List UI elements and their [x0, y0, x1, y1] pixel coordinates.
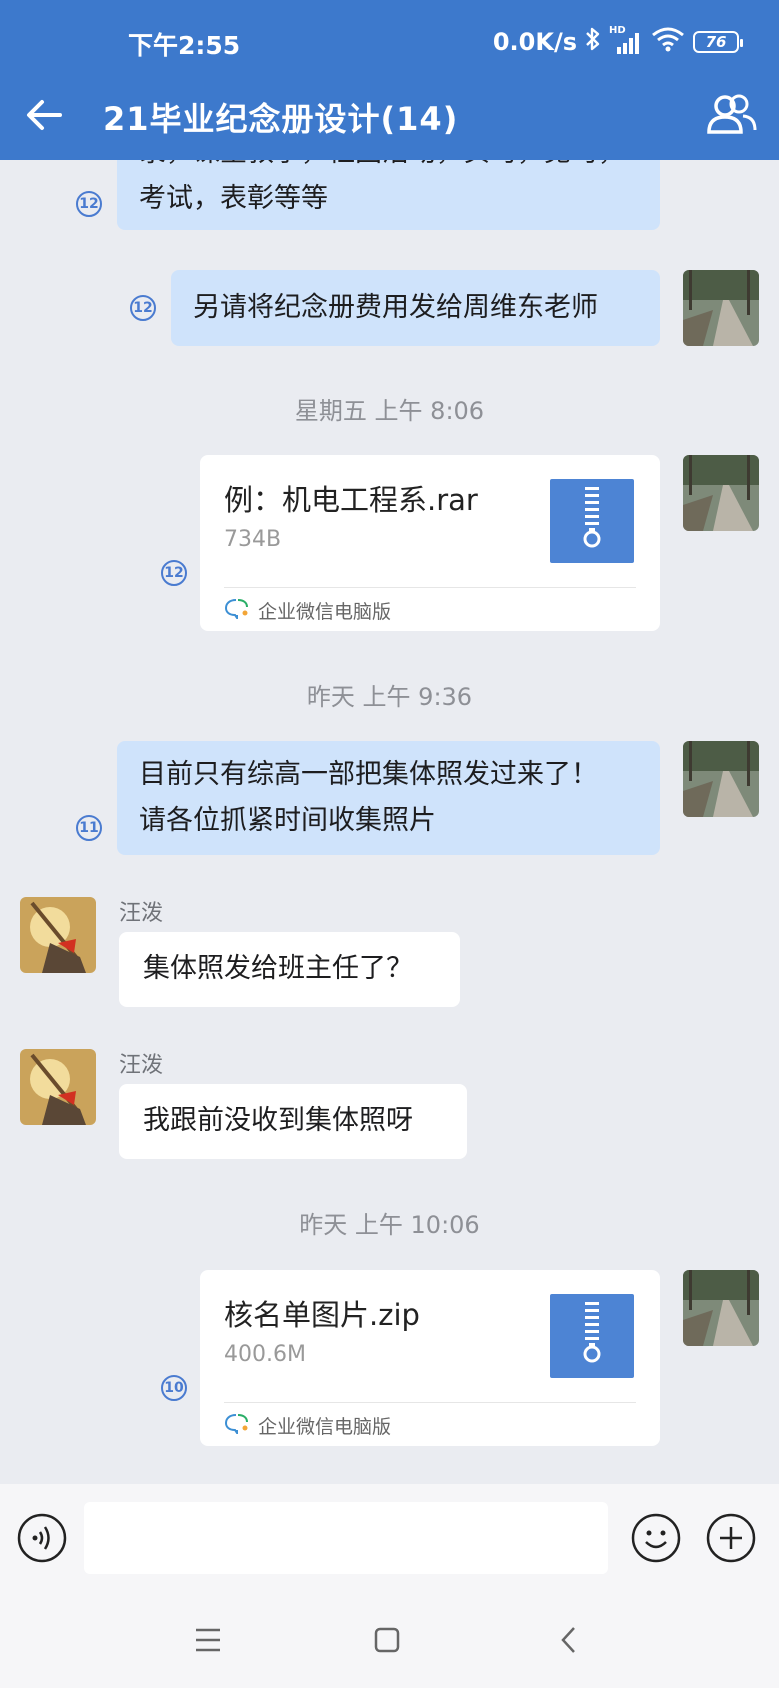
cellular-signal-icon: HD — [609, 25, 643, 55]
message-timestamp: 昨天 上午 10:06 — [299, 1211, 480, 1239]
battery-icon: 76 — [693, 31, 743, 53]
home-square-icon[interactable] — [365, 1618, 409, 1662]
nav-bar: 21毕业纪念册设计(14) — [0, 80, 779, 160]
file-size: 734B — [224, 527, 282, 552]
my-avatar[interactable] — [683, 1270, 759, 1346]
my-avatar[interactable] — [683, 455, 759, 531]
app-header: 下午2:55 0.0K/s HD 76 21毕业纪念册设计(14) — [0, 0, 779, 160]
back-chevron-icon[interactable] — [547, 1618, 591, 1662]
group-members-icon[interactable] — [705, 92, 759, 138]
message-bubble[interactable]: 另请将纪念册费用发给周维东老师 — [171, 270, 660, 346]
chat-title: 21毕业纪念册设计(14) — [103, 100, 459, 138]
message-text: 另请将纪念册费用发给周维东老师 — [193, 292, 598, 323]
message-text-cut: 录，课堂教学，社团活动，实习，见习， — [139, 160, 625, 176]
message-bubble[interactable]: 我跟前没收到集体照呀 — [119, 1084, 467, 1159]
back-arrow-icon[interactable] — [22, 92, 68, 138]
system-navigation-bar — [0, 1592, 779, 1688]
input-bar — [0, 1484, 779, 1592]
sender-avatar[interactable] — [20, 897, 96, 973]
file-size: 400.6M — [224, 1342, 306, 1367]
message-bubble[interactable]: 录，课堂教学，社团活动，实习，见习， 考试，表彰等等 — [117, 160, 660, 230]
my-avatar[interactable] — [683, 741, 759, 817]
zip-file-icon — [550, 479, 634, 563]
message-timestamp: 昨天 上午 9:36 — [306, 683, 473, 711]
wecom-icon — [224, 1412, 250, 1439]
message-text-line: 目前只有综高一部把集体照发过来了！ — [139, 759, 598, 790]
file-message-card[interactable]: 核名单图片.zip 400.6M 企业微信电脑版 — [200, 1270, 660, 1446]
divider — [224, 1402, 636, 1403]
sender-name: 汪泼 — [119, 1053, 164, 1078]
plus-icon[interactable] — [705, 1512, 757, 1564]
message-text: 我跟前没收到集体照呀 — [143, 1105, 413, 1136]
message-text-line: 请各位抓紧时间收集照片 — [139, 805, 436, 836]
sender-name: 汪泼 — [119, 901, 164, 926]
network-speed: 0.0K/s — [492, 28, 577, 56]
message-list[interactable]: 录，课堂教学，社团活动，实习，见习， 考试，表彰等等 12 另请将纪念册费用发给… — [0, 160, 779, 1484]
file-name: 例：机电工程系.rar — [224, 483, 478, 517]
message-bubble[interactable]: 集体照发给班主任了？ — [119, 932, 460, 1007]
unread-count-badge: 10 — [161, 1375, 187, 1401]
unread-count-badge: 12 — [161, 560, 187, 586]
divider — [224, 587, 636, 588]
file-source-label: 企业微信电脑版 — [258, 1416, 392, 1438]
file-source: 企业微信电脑版 — [224, 1412, 391, 1439]
signal-hd-label: HD — [609, 25, 626, 36]
menu-icon[interactable] — [186, 1618, 230, 1662]
file-message-card[interactable]: 例：机电工程系.rar 734B 企业微信电脑版 — [200, 455, 660, 631]
wifi-icon — [651, 26, 685, 58]
bluetooth-icon — [585, 26, 601, 58]
file-name: 核名单图片.zip — [224, 1298, 420, 1332]
message-text: 集体照发给班主任了？ — [143, 953, 413, 984]
wecom-icon — [224, 597, 250, 624]
file-source: 企业微信电脑版 — [224, 597, 391, 624]
emoji-icon[interactable] — [630, 1512, 682, 1564]
status-bar: 下午2:55 0.0K/s HD 76 — [0, 0, 779, 80]
zip-file-icon — [550, 1294, 634, 1378]
unread-count-badge: 12 — [130, 295, 156, 321]
file-source-label: 企业微信电脑版 — [258, 601, 392, 623]
unread-count-badge: 12 — [76, 191, 102, 217]
message-timestamp: 星期五 上午 8:06 — [294, 397, 485, 425]
unread-count-badge: 11 — [76, 815, 102, 841]
status-indicators: 0.0K/s HD 76 — [492, 25, 743, 58]
voice-input-icon[interactable] — [16, 1512, 68, 1564]
status-time: 下午2:55 — [128, 31, 241, 60]
message-input[interactable] — [84, 1502, 608, 1574]
message-bubble[interactable]: 目前只有综高一部把集体照发过来了！ 请各位抓紧时间收集照片 — [117, 741, 660, 855]
sender-avatar[interactable] — [20, 1049, 96, 1125]
message-text: 考试，表彰等等 — [139, 183, 328, 214]
my-avatar[interactable] — [683, 270, 759, 346]
